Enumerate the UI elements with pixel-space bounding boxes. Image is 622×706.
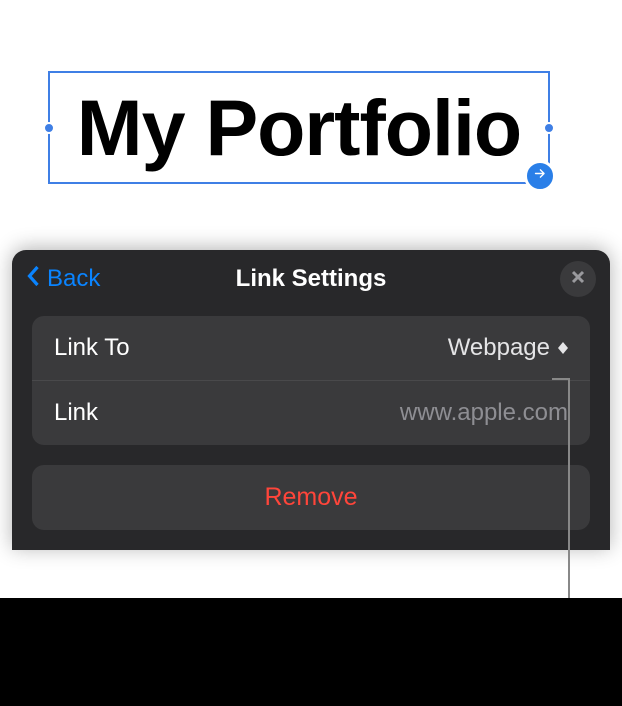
back-label: Back — [47, 265, 100, 293]
selected-textbox[interactable]: My Portfolio — [48, 71, 550, 184]
link-to-row[interactable]: Link To Webpage — [32, 316, 590, 380]
bottom-bar — [0, 598, 622, 706]
textbox-content: My Portfolio — [77, 88, 521, 167]
selection-handle-right[interactable] — [543, 122, 555, 134]
close-button[interactable] — [560, 261, 596, 297]
remove-group: Remove — [32, 465, 590, 530]
link-url-field[interactable]: www.apple.com — [400, 399, 568, 427]
back-button[interactable]: Back — [26, 265, 100, 294]
link-url-label: Link — [54, 399, 98, 427]
canvas-area: My Portfolio — [0, 0, 622, 250]
close-icon — [571, 270, 585, 289]
link-to-label: Link To — [54, 334, 130, 362]
popover-title: Link Settings — [236, 265, 387, 293]
link-indicator-badge[interactable] — [524, 160, 556, 192]
chevron-left-icon — [26, 265, 47, 294]
link-to-value: Webpage — [448, 334, 568, 362]
remove-button[interactable]: Remove — [32, 465, 590, 530]
link-settings-popover: Back Link Settings Link To Webpage Link … — [12, 250, 610, 550]
popover-header: Back Link Settings — [12, 250, 610, 308]
link-url-row[interactable]: Link www.apple.com — [32, 380, 590, 445]
link-settings-group: Link To Webpage Link www.apple.com — [32, 316, 590, 445]
popup-indicator-icon — [558, 342, 568, 354]
selection-handle-left[interactable] — [43, 122, 55, 134]
share-arrow-icon — [532, 165, 549, 187]
